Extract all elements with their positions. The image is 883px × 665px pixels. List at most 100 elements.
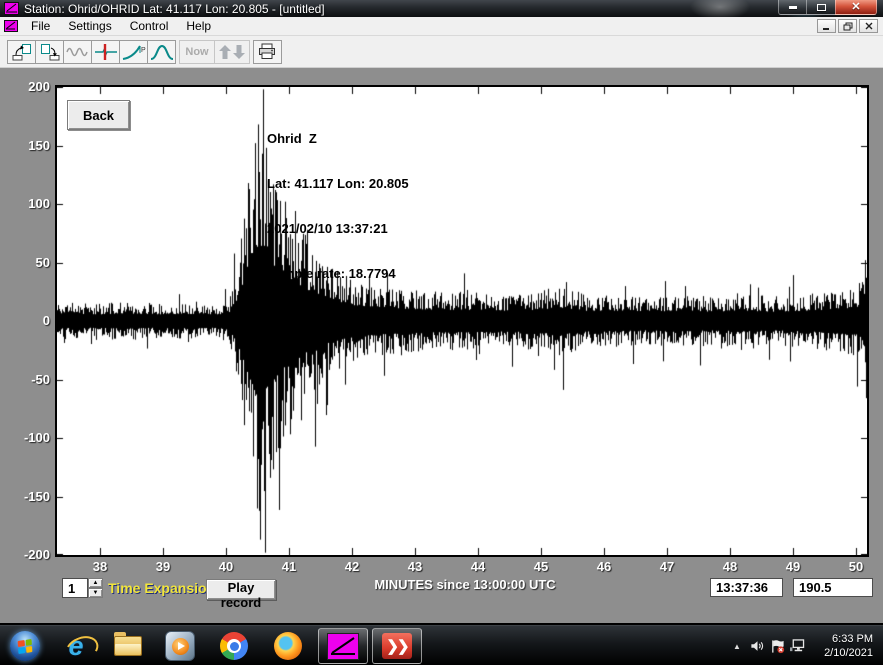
extract-event-button[interactable] <box>7 40 36 64</box>
maximize-button[interactable] <box>807 0 835 15</box>
travel-time-curve-button[interactable]: P <box>119 40 148 64</box>
taskbar-media-player[interactable] <box>164 630 196 662</box>
y-axis-tick-label: -150 <box>2 489 50 504</box>
time-expansion-input[interactable] <box>62 578 88 598</box>
menu-help[interactable]: Help <box>177 17 220 35</box>
travel-time-curve-icon: P <box>122 43 146 61</box>
x-axis-tick-label: 50 <box>849 559 863 574</box>
filter-icon <box>150 43 174 61</box>
ie-orbit-icon <box>62 632 103 665</box>
desktop-screen: Station: Ohrid/OHRID Lat: 41.117 Lon: 20… <box>0 0 883 665</box>
taskbar-file-explorer[interactable] <box>112 630 144 662</box>
volume-icon[interactable] <box>747 626 767 665</box>
filter-button[interactable] <box>147 40 176 64</box>
waveform-icon <box>66 44 90 60</box>
x-axis-tick-label: 41 <box>282 559 296 574</box>
menu-bar: File Settings Control Help <box>0 17 883 36</box>
window-title: Station: Ohrid/OHRID Lat: 41.117 Lon: 20… <box>24 2 325 16</box>
toolbar: P Now <box>0 36 883 68</box>
taskbar-launcher-active[interactable]: ❯❯ <box>372 628 422 664</box>
x-axis-tick-label: 40 <box>219 559 233 574</box>
mdi-close-button[interactable] <box>859 19 878 33</box>
print-icon <box>258 43 277 60</box>
title-bar: Station: Ohrid/OHRID Lat: 41.117 Lon: 20… <box>0 0 883 17</box>
clock-time: 6:33 PM <box>807 632 873 646</box>
y-axis-tick-label: 100 <box>2 196 50 211</box>
x-axis-tick-label: 43 <box>408 559 422 574</box>
x-axis-tick-label: 47 <box>660 559 674 574</box>
x-axis-tick-label: 46 <box>597 559 611 574</box>
start-button[interactable] <box>9 630 41 662</box>
clock-date: 2/10/2021 <box>807 646 873 660</box>
x-axis-tick-label: 38 <box>93 559 107 574</box>
taskbar: e ❯❯ ▲ <box>0 625 883 665</box>
extract-event-icon <box>12 43 32 61</box>
trace-info: Ohrid Z Lat: 41.117 Lon: 20.805 2021/02/… <box>267 101 409 356</box>
minimize-icon <box>789 6 797 9</box>
cursor-amplitude-readout: 190.5 <box>793 578 873 597</box>
seismogram-plot: Ohrid Z Lat: 41.117 Lon: 20.805 2021/02/… <box>55 85 869 557</box>
play-record-button[interactable]: Play record <box>206 579 276 600</box>
menu-settings[interactable]: Settings <box>59 17 120 35</box>
windows-start-icon <box>10 631 40 661</box>
firefox-icon <box>274 632 302 660</box>
x-axis-tick-label: 49 <box>786 559 800 574</box>
time-expansion-label: Time Expansion <box>108 580 215 596</box>
svg-text:P: P <box>141 47 146 54</box>
trace-coordinates: Lat: 41.117 Lon: 20.805 <box>267 176 409 191</box>
pick-arrival-icon <box>94 43 118 61</box>
maximize-icon <box>817 4 826 11</box>
y-axis-tick-label: 50 <box>2 255 50 270</box>
trace-filter-status: No filtering <box>267 311 409 326</box>
save-event-button[interactable] <box>35 40 64 64</box>
cursor-time-readout: 13:37:36 <box>710 578 783 597</box>
media-player-icon <box>165 631 195 661</box>
x-axis-tick-label: 48 <box>723 559 737 574</box>
taskbar-chrome[interactable] <box>218 630 250 662</box>
folder-icon <box>114 636 142 656</box>
x-axis-tick-label: 39 <box>156 559 170 574</box>
close-button[interactable]: ✕ <box>835 0 877 15</box>
trace-sample-rate: Sample rate: 18.7794 <box>267 266 409 281</box>
internet-explorer-icon: e <box>68 633 83 659</box>
mdi-window-controls <box>817 19 878 33</box>
time-expansion-spinner: ▲ ▼ <box>88 578 103 598</box>
taskbar-amaseis-active[interactable] <box>318 628 368 664</box>
trace-datetime: 2021/02/10 13:37:21 <box>267 221 409 236</box>
network-icon[interactable] <box>787 626 807 665</box>
minimize-button[interactable] <box>778 0 807 15</box>
spinner-down-button[interactable]: ▼ <box>88 588 103 598</box>
y-axis-tick-label: -50 <box>2 372 50 387</box>
save-event-icon <box>40 43 60 61</box>
scroll-arrows-button <box>214 40 250 64</box>
trace-station: Ohrid Z <box>267 131 409 146</box>
up-down-arrows-icon <box>218 43 246 61</box>
waveform-canvas[interactable] <box>57 87 867 555</box>
spinner-up-button[interactable]: ▲ <box>88 578 103 588</box>
x-axis-tick-label: 42 <box>345 559 359 574</box>
menu-file[interactable]: File <box>22 17 59 35</box>
x-axis-tick-label: 44 <box>471 559 485 574</box>
pick-arrival-button[interactable] <box>91 40 120 64</box>
taskbar-clock[interactable]: 6:33 PM 2/10/2021 <box>807 632 883 660</box>
back-button[interactable]: Back <box>67 100 130 130</box>
mdi-restore-button[interactable] <box>838 19 857 33</box>
app-icon <box>4 2 19 15</box>
menu-control[interactable]: Control <box>121 17 178 35</box>
close-icon <box>865 22 873 30</box>
action-center-flag-icon[interactable] <box>767 626 787 665</box>
taskbar-firefox[interactable] <box>272 630 304 662</box>
y-axis-tick-label: 0 <box>2 313 50 328</box>
taskbar-internet-explorer[interactable]: e <box>60 630 92 662</box>
now-label: Now <box>185 46 208 58</box>
mdi-minimize-button[interactable] <box>817 19 836 33</box>
y-axis-tick-label: 200 <box>2 79 50 94</box>
waveform-button[interactable] <box>63 40 92 64</box>
close-icon: ✕ <box>851 2 860 13</box>
windows-flag-icon <box>18 639 33 654</box>
show-hidden-icons-button[interactable]: ▲ <box>727 626 747 665</box>
system-tray: ▲ 6:33 PM 2/10/2021 <box>727 626 883 665</box>
print-button[interactable] <box>253 40 282 64</box>
amaseis-icon <box>327 633 359 660</box>
restore-icon <box>843 22 853 31</box>
